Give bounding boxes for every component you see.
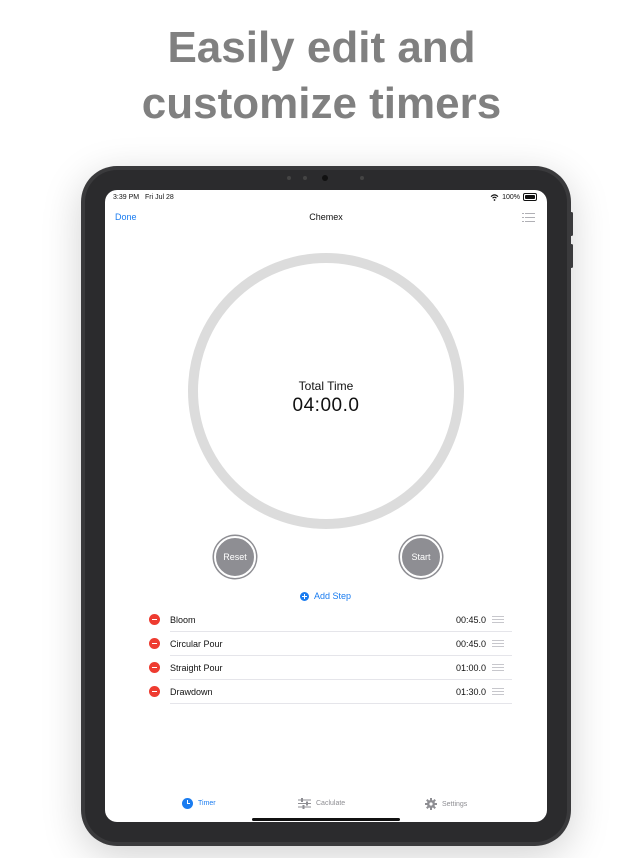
battery-percent: 100% [502, 193, 520, 201]
step-duration[interactable]: 00:45.0 [456, 639, 486, 649]
status-bar: 3:39 PM Fri Jul 28 100% [105, 190, 547, 204]
headline-line-2: customize timers [141, 79, 502, 128]
tab-label: Caclulate [316, 800, 346, 807]
sensor-dot [360, 176, 364, 180]
wifi-icon [490, 193, 499, 201]
timer-icon [182, 798, 193, 809]
home-indicator [252, 818, 400, 821]
step-row[interactable]: Drawdown 01:30.0 [147, 680, 512, 704]
front-camera-icon [322, 175, 328, 181]
tab-calculate[interactable]: Caclulate [298, 798, 345, 809]
reorder-handle-icon[interactable] [492, 640, 504, 647]
step-list: Bloom 00:45.0 Circular Pour 00:45.0 Stra… [147, 608, 512, 704]
volume-button [570, 244, 573, 268]
add-step-button[interactable]: Add Step [300, 591, 351, 601]
add-circle-icon [300, 591, 309, 601]
step-name: Circular Pour [170, 639, 223, 649]
volume-button [570, 212, 573, 236]
tab-label: Settings [442, 800, 468, 808]
gear-icon [425, 798, 437, 810]
battery-icon [523, 193, 537, 201]
sensor-dot [287, 176, 291, 180]
reorder-handle-icon[interactable] [492, 688, 504, 695]
tab-settings[interactable]: Settings [425, 798, 467, 810]
list-icon[interactable] [522, 212, 535, 223]
status-right: 100% [490, 193, 537, 201]
sliders-icon [298, 798, 311, 809]
delete-step-icon[interactable] [149, 686, 160, 697]
tab-bar: Timer Caclulate Settings [105, 795, 547, 815]
add-step-label: Add Step [314, 591, 352, 601]
tab-label: Timer [198, 800, 216, 807]
headline: Easily edit and customize timers [0, 20, 643, 132]
total-time-value: 04:00.0 [292, 395, 360, 416]
step-name: Bloom [170, 615, 196, 625]
status-date: Fri Jul 28 [145, 194, 174, 201]
step-duration[interactable]: 01:30.0 [456, 687, 486, 697]
step-row[interactable]: Bloom 00:45.0 [147, 608, 512, 632]
divider [170, 703, 512, 704]
delete-step-icon[interactable] [149, 638, 160, 649]
app-screen: 3:39 PM Fri Jul 28 100% Done Chemex Tota… [105, 190, 547, 822]
reorder-handle-icon[interactable] [492, 616, 504, 623]
step-row[interactable]: Circular Pour 00:45.0 [147, 632, 512, 656]
step-name: Straight Pour [170, 663, 223, 673]
total-time-label: Total Time [298, 379, 354, 393]
headline-line-1: Easily edit and [167, 23, 476, 72]
step-name: Drawdown [170, 687, 213, 697]
reorder-handle-icon[interactable] [492, 664, 504, 671]
sensor-dot [303, 176, 307, 180]
step-row[interactable]: Straight Pour 01:00.0 [147, 656, 512, 680]
nav-title: Chemex [309, 212, 343, 222]
delete-step-icon[interactable] [149, 662, 160, 673]
step-duration[interactable]: 01:00.0 [456, 663, 486, 673]
delete-step-icon[interactable] [149, 614, 160, 625]
step-duration[interactable]: 00:45.0 [456, 615, 486, 625]
start-button[interactable]: Start [400, 536, 442, 578]
tab-timer[interactable]: Timer [182, 798, 216, 809]
reset-button[interactable]: Reset [214, 536, 256, 578]
navigation-bar: Done Chemex [105, 208, 547, 230]
status-time: 3:39 PM [113, 194, 140, 201]
